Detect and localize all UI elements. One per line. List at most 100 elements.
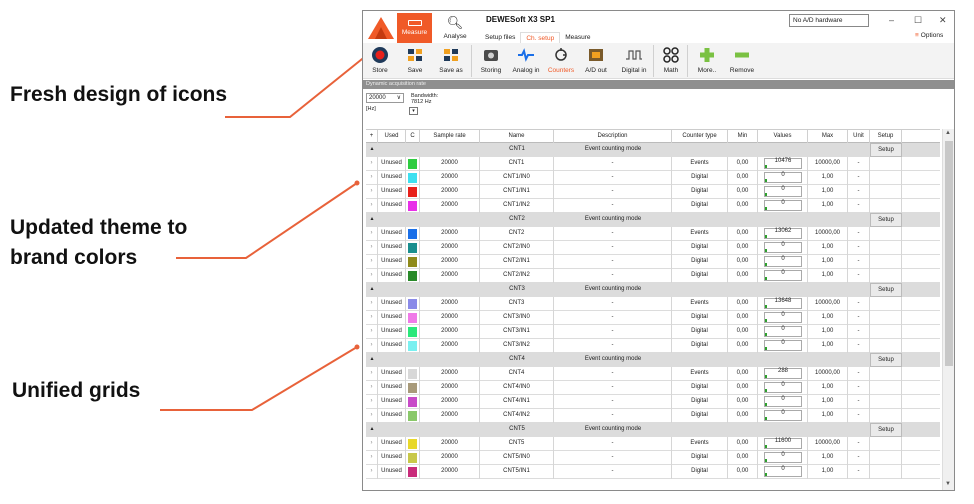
expand-icon[interactable]: › [366,395,378,409]
color-swatch[interactable] [408,439,417,449]
used-cell[interactable]: Unused [378,269,406,283]
sample-rate-select[interactable]: 20000 ∨ [366,93,404,103]
setup-button[interactable]: Setup [870,213,902,227]
expand-icon[interactable]: › [366,465,378,479]
tab-analyse[interactable]: 🔍︎ Analyse [437,13,473,43]
used-cell[interactable]: Unused [378,311,406,325]
scroll-down-icon[interactable]: ▼ [945,481,951,487]
description-cell[interactable]: - [554,185,672,199]
analog-in-button[interactable]: Analog in [509,46,543,74]
channel-name-cell[interactable]: CNT2/IN1 [480,255,554,269]
used-cell[interactable]: Unused [378,255,406,269]
description-cell[interactable]: - [554,297,672,311]
store-button[interactable]: Store [368,46,392,74]
expand-icon[interactable]: › [366,171,378,185]
color-cell[interactable] [406,395,420,409]
expand-icon[interactable]: › [366,255,378,269]
channel-name-cell[interactable]: CNT1/IN1 [480,185,554,199]
maximize-button[interactable]: ☐ [914,15,922,26]
description-cell[interactable]: - [554,409,672,423]
color-cell[interactable] [406,255,420,269]
expand-icon[interactable]: › [366,381,378,395]
color-cell[interactable] [406,297,420,311]
collapse-icon[interactable]: ▴ [366,423,378,437]
used-cell[interactable]: Unused [378,325,406,339]
color-swatch[interactable] [408,159,417,169]
channel-name-cell[interactable]: CNT5 [480,437,554,451]
color-cell[interactable] [406,227,420,241]
digital-in-button[interactable]: Digital in [617,46,651,74]
color-swatch[interactable] [408,257,417,267]
color-swatch[interactable] [408,313,417,323]
expand-icon[interactable]: › [366,311,378,325]
channel-name-cell[interactable]: CNT3/IN1 [480,325,554,339]
color-cell[interactable] [406,367,420,381]
description-cell[interactable]: - [554,437,672,451]
used-cell[interactable]: Unused [378,437,406,451]
description-cell[interactable]: - [554,255,672,269]
counters-button[interactable]: Counters [546,46,576,74]
channel-name-cell[interactable]: CNT4 [480,367,554,381]
collapse-icon[interactable]: ▴ [366,283,378,297]
used-cell[interactable]: Unused [378,381,406,395]
used-cell[interactable]: Unused [378,339,406,353]
channel-name-cell[interactable]: CNT3 [480,297,554,311]
description-cell[interactable]: - [554,395,672,409]
math-button[interactable]: Math [660,46,682,74]
vertical-scrollbar[interactable]: ▲ ▼ [942,129,954,490]
minimize-button[interactable]: – [889,15,894,25]
color-cell[interactable] [406,269,420,283]
color-cell[interactable] [406,451,420,465]
used-cell[interactable]: Unused [378,409,406,423]
used-cell[interactable]: Unused [378,171,406,185]
channel-name-cell[interactable]: CNT4/IN2 [480,409,554,423]
scroll-up-icon[interactable]: ▲ [945,130,951,136]
color-swatch[interactable] [408,397,417,407]
channel-name-cell[interactable]: CNT1/IN2 [480,199,554,213]
collapse-icon[interactable]: ▴ [366,143,378,157]
channel-name-cell[interactable]: CNT3/IN2 [480,339,554,353]
used-cell[interactable]: Unused [378,199,406,213]
expand-icon[interactable]: › [366,451,378,465]
collapse-icon[interactable]: ▴ [366,213,378,227]
used-cell[interactable]: Unused [378,241,406,255]
expand-icon[interactable]: › [366,269,378,283]
color-cell[interactable] [406,437,420,451]
setup-button[interactable]: Setup [870,423,902,437]
expand-icon[interactable]: › [366,157,378,171]
used-cell[interactable]: Unused [378,465,406,479]
color-swatch[interactable] [408,453,417,463]
channel-name-cell[interactable]: CNT4/IN1 [480,395,554,409]
description-cell[interactable]: - [554,451,672,465]
expand-icon[interactable]: › [366,185,378,199]
expand-icon[interactable]: › [366,437,378,451]
color-swatch[interactable] [408,411,417,421]
color-cell[interactable] [406,339,420,353]
used-cell[interactable]: Unused [378,185,406,199]
setup-button[interactable]: Setup [870,353,902,367]
expand-icon[interactable]: › [366,297,378,311]
description-cell[interactable]: - [554,227,672,241]
color-cell[interactable] [406,409,420,423]
used-cell[interactable]: Unused [378,227,406,241]
color-swatch[interactable] [408,299,417,309]
close-button[interactable]: ✕ [939,15,947,26]
description-cell[interactable]: - [554,241,672,255]
description-cell[interactable]: - [554,199,672,213]
color-cell[interactable] [406,157,420,171]
color-cell[interactable] [406,311,420,325]
color-cell[interactable] [406,171,420,185]
options-button[interactable]: ≡ Options [915,32,943,39]
expand-icon[interactable]: › [366,339,378,353]
channel-name-cell[interactable]: CNT2 [480,227,554,241]
channel-name-cell[interactable]: CNT5/IN1 [480,465,554,479]
color-swatch[interactable] [408,271,417,281]
expand-icon[interactable]: › [366,409,378,423]
channel-name-cell[interactable]: CNT2/IN0 [480,241,554,255]
color-cell[interactable] [406,241,420,255]
expand-icon[interactable]: › [366,367,378,381]
used-cell[interactable]: Unused [378,451,406,465]
remove-button[interactable]: Remove [728,46,756,74]
tab-measure[interactable]: Measure [397,13,432,43]
color-cell[interactable] [406,465,420,479]
